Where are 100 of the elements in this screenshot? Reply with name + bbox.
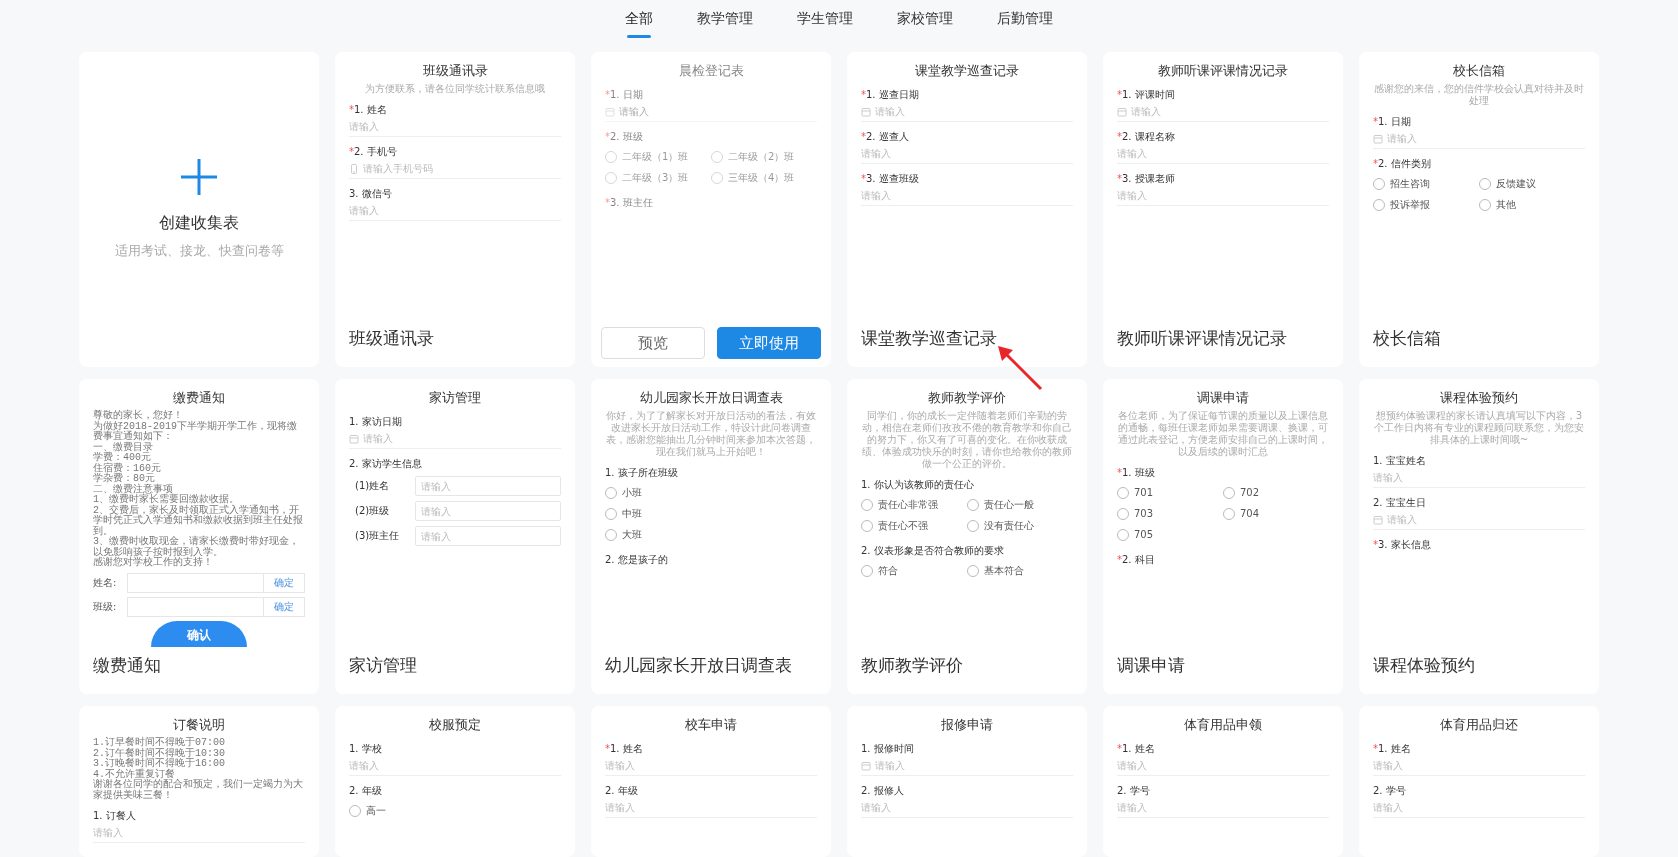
radio-option[interactable]: 中班 bbox=[605, 503, 817, 524]
input-field[interactable]: 请输入 bbox=[875, 106, 1073, 117]
question-label: 2. 报修人 bbox=[861, 784, 905, 798]
field-label: (1)姓名 bbox=[354, 479, 391, 493]
input-field[interactable]: 请输入 bbox=[363, 433, 561, 444]
question-label: *2. 信件类别 bbox=[1373, 157, 1432, 171]
input-field[interactable]: 请输入 bbox=[861, 798, 1073, 818]
radio-option[interactable]: 704 bbox=[1223, 503, 1329, 524]
use-button[interactable]: 立即使用 bbox=[717, 327, 821, 359]
form-description: 想预约体验课程的家长请认真填写以下内容，3个工作日内将有专业的课程顾问联系您，为您安排具体的上课时间哦~ bbox=[1373, 410, 1585, 446]
input-field[interactable]: 请输入 bbox=[605, 798, 817, 818]
input-field[interactable]: 请输入 bbox=[1117, 798, 1329, 818]
question-label: *1. 日期 bbox=[605, 88, 644, 102]
form-title: 晨检登记表 bbox=[677, 62, 745, 80]
radio-option[interactable]: 702 bbox=[1223, 482, 1329, 503]
question-label: 2. 仪表形象是否符合教师的要求 bbox=[861, 544, 1005, 558]
template-name[interactable]: 幼儿园家长开放日调查表 bbox=[605, 654, 792, 677]
form-title: 体育用品申领 bbox=[1183, 716, 1263, 734]
form-description: 你好，为了了解家长对开放日活动的看法，有效改进家长开放日活动工作，特设计此问卷调查表，感谢您能抽出几分钟时间来参加本次答题，现在我们就马上开始吧！ bbox=[605, 410, 817, 458]
input-field[interactable]: 请输入 bbox=[349, 201, 561, 221]
input-field[interactable]: 请输入 bbox=[619, 106, 817, 117]
notice-line: 为做好2018-2019下半学期开学工作，现将缴费事宜通知如下： bbox=[93, 421, 298, 442]
input-field[interactable]: 请输入手机号码 bbox=[363, 163, 561, 174]
question-label: 1. 订餐人 bbox=[93, 809, 137, 823]
radio-option[interactable]: 基本符合 bbox=[967, 560, 1073, 581]
template-name[interactable]: 课程体验预约 bbox=[1373, 654, 1475, 677]
form-title: 班级通讯录 bbox=[421, 62, 489, 80]
template-name[interactable]: 课堂教学巡查记录 bbox=[861, 327, 997, 350]
confirm-button[interactable]: 确定 bbox=[263, 572, 305, 593]
calendar-icon bbox=[1117, 106, 1127, 117]
input-field[interactable]: 请输入 bbox=[1117, 144, 1329, 164]
confirm-button[interactable]: 确定 bbox=[263, 596, 305, 617]
radio-option[interactable]: 责任心不强 bbox=[861, 515, 967, 536]
template-name[interactable]: 教师教学评价 bbox=[861, 654, 963, 677]
form-title: 校服预定 bbox=[428, 716, 482, 734]
tab[interactable]: 全部 bbox=[625, 8, 653, 38]
input-field[interactable]: 请输入 bbox=[861, 186, 1073, 206]
template-name[interactable]: 缴费通知 bbox=[93, 654, 161, 677]
input-field[interactable] bbox=[127, 572, 263, 593]
form-title: 校长信箱 bbox=[1452, 62, 1506, 80]
input-field[interactable]: 请输入 bbox=[1117, 186, 1329, 206]
input-field[interactable]: 请输入 bbox=[1373, 468, 1585, 488]
input-field[interactable]: 请输入 bbox=[861, 144, 1073, 164]
question-label: 1. 你认为该教师的责任心 bbox=[861, 478, 975, 492]
input-field[interactable]: 请输入 bbox=[415, 501, 561, 521]
input-field[interactable] bbox=[127, 596, 263, 617]
input-field[interactable]: 请输入 bbox=[1373, 756, 1585, 776]
radio-option[interactable]: 705 bbox=[1117, 524, 1223, 545]
question-label: *3. 授课老师 bbox=[1117, 172, 1176, 186]
radio-option[interactable]: 701 bbox=[1117, 482, 1223, 503]
radio-option[interactable]: 其他 bbox=[1479, 194, 1585, 215]
notice-line: 2、交费后，家长及时领取正式入学通知书，开学时凭正式入学通知书和缴款收据到班主任处报到。 bbox=[93, 505, 304, 537]
question-label: 2. 您是孩子的 bbox=[605, 553, 669, 567]
input-field[interactable]: 请输入 bbox=[1387, 514, 1585, 525]
template-name[interactable]: 班级通讯录 bbox=[349, 327, 434, 350]
template-name[interactable]: 家访管理 bbox=[349, 654, 417, 677]
tab[interactable]: 学生管理 bbox=[797, 8, 853, 38]
form-title: 缴费通知 bbox=[172, 389, 226, 407]
input-field[interactable]: 请输入 bbox=[605, 756, 817, 776]
input-field[interactable]: 请输入 bbox=[1373, 798, 1585, 818]
calendar-icon bbox=[861, 106, 871, 117]
radio-option[interactable]: 责任心非常强 bbox=[861, 494, 967, 515]
question-label: 1. 家访日期 bbox=[349, 415, 403, 429]
input-field[interactable]: 请输入 bbox=[415, 526, 561, 546]
radio-option[interactable]: 703 bbox=[1117, 503, 1223, 524]
field-label: (2)班级 bbox=[354, 504, 391, 518]
radio-option[interactable]: 高一 bbox=[349, 800, 455, 821]
form-title: 课堂教学巡查记录 bbox=[914, 62, 1020, 80]
input-field[interactable]: 请输入 bbox=[1131, 106, 1329, 117]
preview-button[interactable]: 预览 bbox=[601, 327, 705, 359]
notice-line: 尊敬的家长，您好！ bbox=[93, 411, 184, 421]
question-label: *2. 手机号 bbox=[349, 145, 398, 159]
notice-line: 一、缴费目录 bbox=[93, 442, 153, 453]
radio-option[interactable]: 大班 bbox=[605, 524, 817, 545]
input-field[interactable]: 请输入 bbox=[349, 117, 561, 137]
notice-line: 1.订早餐时间不得晚于07:00 bbox=[93, 738, 226, 748]
field-label: 班级: bbox=[93, 599, 118, 614]
template-name[interactable]: 调课申请 bbox=[1117, 654, 1185, 677]
create-form-title[interactable]: 创建收集表 bbox=[159, 213, 239, 234]
radio-option[interactable]: 没有责任心 bbox=[967, 515, 1073, 536]
tab[interactable]: 后勤管理 bbox=[997, 8, 1053, 38]
radio-option[interactable]: 招生咨询 bbox=[1373, 173, 1479, 194]
input-field[interactable]: 请输入 bbox=[1117, 756, 1329, 776]
input-field[interactable]: 请输入 bbox=[875, 760, 1073, 771]
input-field[interactable]: 请输入 bbox=[349, 756, 561, 776]
radio-option[interactable]: 符合 bbox=[861, 560, 967, 581]
tab[interactable]: 家校管理 bbox=[897, 8, 953, 38]
radio-option[interactable]: 责任心一般 bbox=[967, 494, 1073, 515]
calendar-icon bbox=[1373, 514, 1383, 525]
phone-icon bbox=[349, 163, 359, 174]
radio-option[interactable]: 反馈建议 bbox=[1479, 173, 1585, 194]
radio-option[interactable]: 投诉举报 bbox=[1373, 194, 1479, 215]
plus-icon[interactable] bbox=[181, 159, 217, 195]
input-field[interactable]: 请输入 bbox=[1387, 133, 1585, 144]
template-name[interactable]: 校长信箱 bbox=[1373, 327, 1441, 350]
radio-option[interactable]: 小班 bbox=[605, 482, 817, 503]
template-name[interactable]: 教师听课评课情况记录 bbox=[1117, 327, 1287, 350]
tab[interactable]: 教学管理 bbox=[697, 8, 753, 38]
input-field[interactable]: 请输入 bbox=[93, 823, 305, 843]
input-field[interactable]: 请输入 bbox=[415, 476, 561, 496]
